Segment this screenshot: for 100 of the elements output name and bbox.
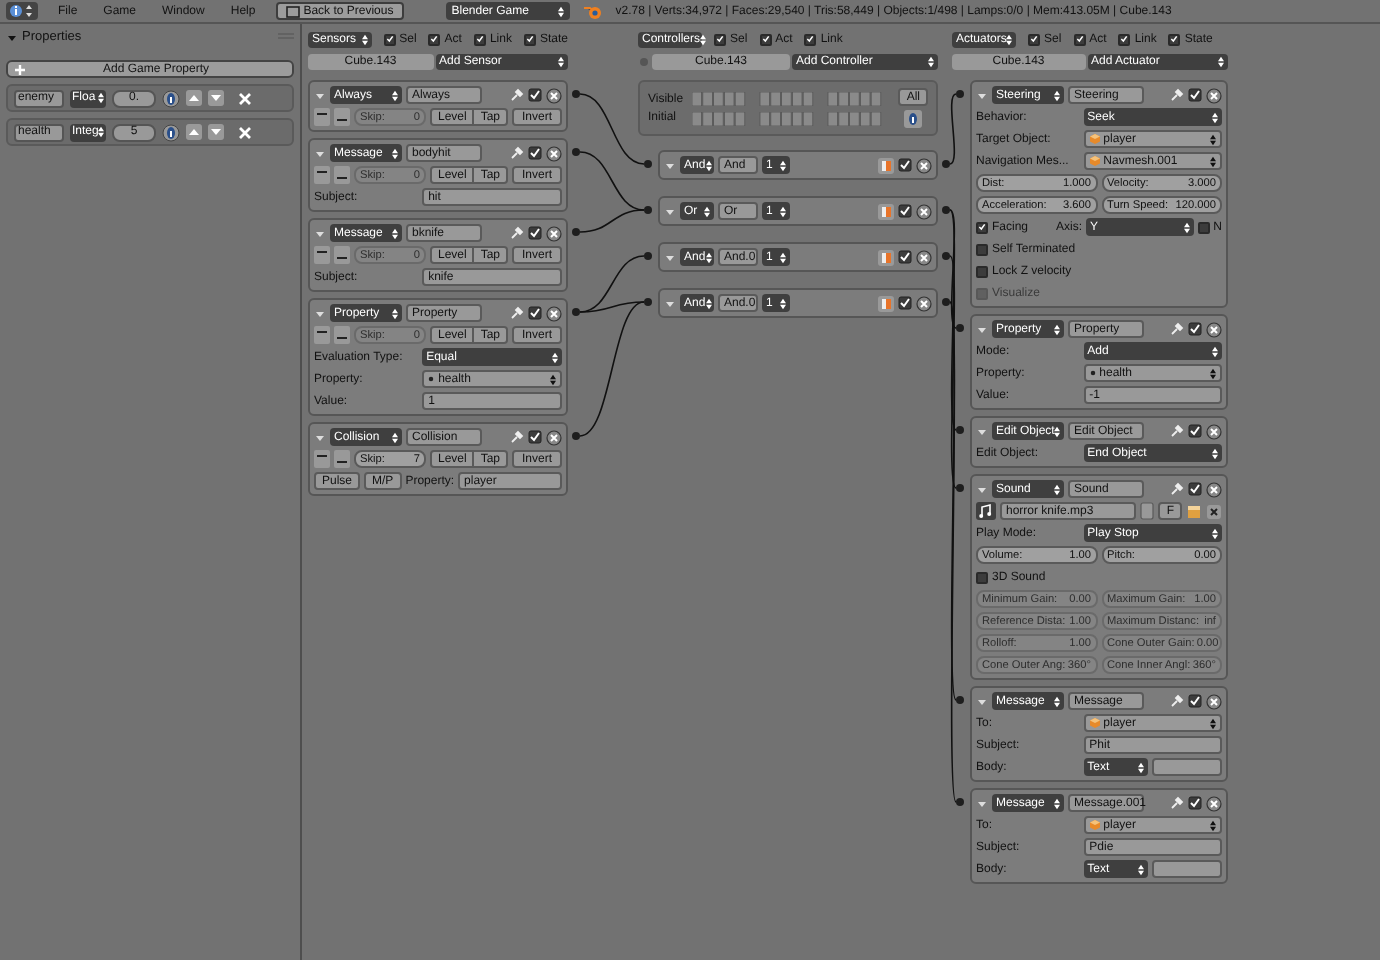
blank-toggle-icon[interactable] [1140, 502, 1155, 520]
filter-checkbox[interactable] [473, 33, 486, 45]
collapse-icon[interactable] [976, 695, 988, 707]
checkbox[interactable] [528, 226, 542, 240]
checkbox[interactable] [528, 430, 542, 444]
package-icon[interactable] [1186, 503, 1202, 519]
text-field[interactable] [1152, 860, 1222, 878]
filter-checkbox[interactable] [1168, 33, 1181, 45]
checkbox[interactable] [1188, 424, 1202, 438]
filter-checkbox[interactable] [804, 33, 817, 45]
close-icon[interactable] [1206, 321, 1222, 337]
move-down-icon[interactable] [208, 124, 224, 140]
link-wire[interactable] [579, 209, 645, 233]
input-socket[interactable] [956, 484, 964, 492]
collapse-icon[interactable] [664, 205, 676, 217]
output-socket[interactable] [942, 160, 950, 168]
checkbox[interactable] [976, 571, 988, 583]
info-icon[interactable] [162, 89, 180, 107]
collapse-icon[interactable] [664, 159, 676, 171]
checkbox[interactable] [1188, 322, 1202, 336]
link-wire[interactable] [949, 209, 957, 329]
filter-checkbox[interactable] [714, 33, 726, 45]
pulse-icon[interactable] [334, 326, 350, 344]
collapse-icon[interactable] [314, 227, 326, 239]
link-wire[interactable] [949, 255, 957, 489]
output-socket[interactable] [942, 252, 950, 260]
bookmark-icon[interactable] [878, 157, 894, 173]
collapse-icon[interactable] [976, 797, 988, 809]
collapse-icon[interactable] [976, 425, 988, 437]
pin-icon[interactable] [510, 146, 524, 160]
checkbox[interactable] [528, 146, 542, 160]
link-wire[interactable] [579, 301, 645, 313]
checkbox[interactable] [1188, 482, 1202, 496]
close-icon[interactable] [916, 249, 932, 265]
link-wire[interactable] [949, 93, 957, 165]
filter-checkbox[interactable] [1118, 33, 1131, 45]
checkbox[interactable] [1188, 88, 1202, 102]
pulse-icon[interactable] [314, 450, 330, 468]
info-icon[interactable] [904, 110, 923, 128]
pulse-icon[interactable] [334, 166, 350, 184]
output-socket[interactable] [572, 228, 580, 236]
close-icon[interactable] [916, 203, 932, 219]
pulse-icon[interactable] [334, 246, 350, 264]
bookmark-icon[interactable] [878, 203, 894, 219]
input-socket[interactable] [644, 206, 652, 214]
close-icon[interactable] [546, 145, 562, 161]
collapse-icon[interactable] [664, 297, 676, 309]
close-icon[interactable] [916, 157, 932, 173]
pulse-icon[interactable] [334, 450, 350, 468]
input-socket[interactable] [956, 696, 964, 704]
input-socket[interactable] [644, 160, 652, 168]
pulse-icon[interactable] [314, 108, 330, 126]
pin-icon[interactable] [1170, 482, 1184, 496]
pin-icon[interactable] [1170, 322, 1184, 336]
close-icon[interactable] [1206, 87, 1222, 103]
pin-icon[interactable] [1170, 796, 1184, 810]
music-note-icon[interactable] [976, 502, 996, 520]
text-field[interactable] [1152, 758, 1222, 776]
link-wire[interactable] [949, 209, 957, 431]
collapse-icon[interactable] [976, 483, 988, 495]
filter-checkbox[interactable] [428, 33, 441, 45]
checkbox[interactable] [1188, 796, 1202, 810]
close-icon[interactable] [1206, 481, 1222, 497]
bookmark-icon[interactable] [878, 249, 894, 265]
input-socket[interactable] [644, 252, 652, 260]
collapse-icon[interactable] [664, 251, 676, 263]
dot-icon[interactable] [638, 56, 650, 68]
filter-checkbox[interactable] [1073, 33, 1086, 45]
checkbox[interactable] [976, 243, 988, 255]
pin-icon[interactable] [510, 88, 524, 102]
close-icon[interactable] [1206, 795, 1222, 811]
filter-checkbox[interactable] [1028, 33, 1040, 45]
input-socket[interactable] [956, 798, 964, 806]
output-socket[interactable] [942, 206, 950, 214]
pin-icon[interactable] [1170, 88, 1184, 102]
pin-icon[interactable] [510, 226, 524, 240]
output-socket[interactable] [572, 90, 580, 98]
output-socket[interactable] [942, 298, 950, 306]
close-icon[interactable] [1206, 503, 1222, 519]
collapse-icon[interactable] [314, 89, 326, 101]
collapse-icon[interactable] [6, 31, 18, 43]
info-icon[interactable] [162, 123, 180, 141]
checkbox[interactable] [898, 250, 912, 264]
checkbox[interactable] [898, 296, 912, 310]
checkbox[interactable] [1197, 221, 1210, 233]
pulse-icon[interactable] [314, 246, 330, 264]
pulse-icon[interactable] [314, 166, 330, 184]
close-icon[interactable] [546, 429, 562, 445]
output-socket[interactable] [572, 432, 580, 440]
pin-icon[interactable] [1170, 694, 1184, 708]
checkbox[interactable] [976, 265, 988, 277]
link-wire[interactable] [579, 93, 645, 165]
output-socket[interactable] [572, 148, 580, 156]
input-socket[interactable] [956, 426, 964, 434]
pulse-icon[interactable] [314, 326, 330, 344]
input-socket[interactable] [956, 324, 964, 332]
pulse-icon[interactable] [334, 108, 350, 126]
editor-type-icon[interactable] [6, 2, 38, 20]
close-icon[interactable] [546, 87, 562, 103]
pin-icon[interactable] [510, 430, 524, 444]
